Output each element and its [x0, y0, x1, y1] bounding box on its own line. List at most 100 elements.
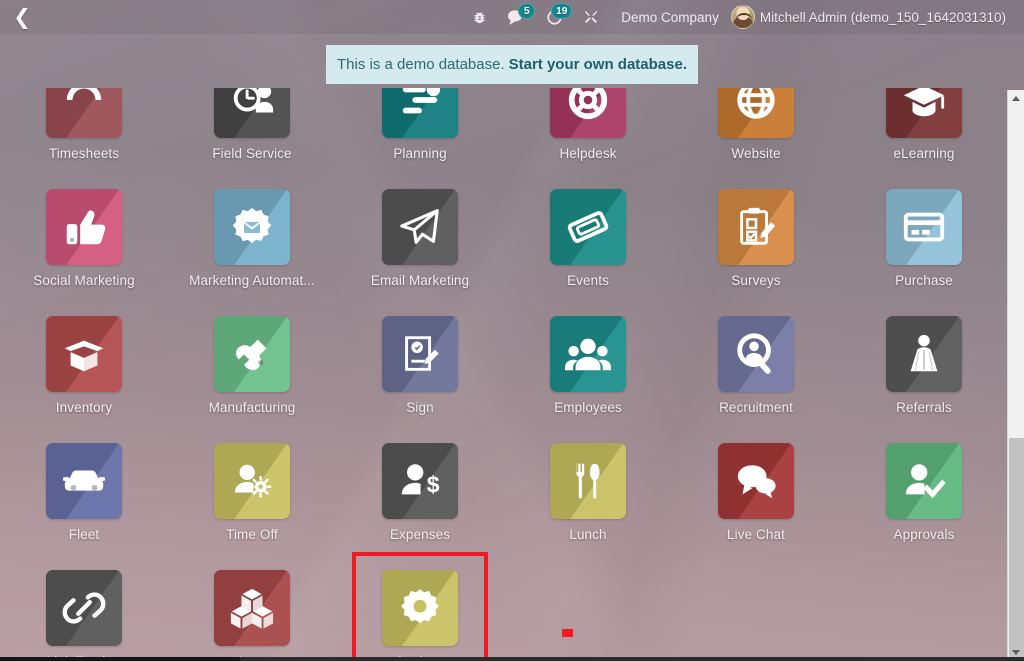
app-fleet[interactable]: Fleet: [0, 437, 168, 542]
user-name: Mitchell Admin (demo_150_1642031310): [760, 10, 1006, 25]
manufacturing-icon[interactable]: [214, 316, 290, 392]
app-label: Social Marketing: [33, 273, 134, 288]
time-off-icon[interactable]: [214, 443, 290, 519]
app-label: Manufacturing: [209, 400, 296, 415]
purchase-icon[interactable]: [886, 189, 962, 265]
apps-scroll-viewport: Timesheets Field Service Planning Helpdesk W…: [0, 88, 1008, 661]
recruitment-icon[interactable]: [718, 316, 794, 392]
demo-database-banner: This is a demo database. Start your own …: [326, 45, 698, 84]
expenses-icon[interactable]: $: [382, 443, 458, 519]
surveys-icon[interactable]: [718, 189, 794, 265]
app-label: Lunch: [569, 527, 606, 542]
activities-icon[interactable]: 19: [536, 0, 573, 34]
link-tracker-icon[interactable]: [46, 570, 122, 646]
app-label: Approvals: [894, 527, 955, 542]
top-system-bar: ❮ 5 19 Demo Company Mitchell Admin (demo_15…: [0, 0, 1024, 34]
app-label: Surveys: [731, 273, 780, 288]
app-settings[interactable]: Settings: [336, 564, 504, 661]
events-icon[interactable]: [550, 189, 626, 265]
app-employees[interactable]: Employees: [504, 310, 672, 415]
apps-icon[interactable]: [214, 570, 290, 646]
app-social-marketing[interactable]: Social Marketing: [0, 183, 168, 288]
app-label: Timesheets: [49, 146, 119, 161]
scroll-up-arrow[interactable]: [1008, 90, 1024, 107]
app-helpdesk[interactable]: Helpdesk: [504, 88, 672, 161]
app-expenses[interactable]: $ Expenses: [336, 437, 504, 542]
app-label: Live Chat: [727, 527, 785, 542]
field-service-icon[interactable]: [214, 88, 290, 138]
apps-grid: Timesheets Field Service Planning Helpdesk W…: [0, 88, 1008, 661]
app-timesheets[interactable]: Timesheets: [0, 88, 168, 161]
messages-badge: 5: [518, 3, 535, 19]
messages-icon[interactable]: 5: [497, 0, 536, 34]
developer-tools-icon-glyph: [583, 9, 599, 25]
app-approvals[interactable]: Approvals: [840, 437, 1008, 542]
svg-text:$: $: [427, 472, 440, 498]
live-chat-icon[interactable]: [718, 443, 794, 519]
app-label: Events: [567, 273, 609, 288]
app-label: Purchase: [895, 273, 953, 288]
employees-icon[interactable]: [550, 316, 626, 392]
vertical-scrollbar[interactable]: [1007, 90, 1024, 661]
activities-badge: 19: [551, 3, 572, 19]
app-label: Planning: [393, 146, 446, 161]
fleet-icon[interactable]: [46, 443, 122, 519]
app-manufacturing[interactable]: Manufacturing: [168, 310, 336, 415]
scrollbar-thumb[interactable]: [1009, 438, 1024, 661]
app-lunch[interactable]: Lunch: [504, 437, 672, 542]
app-link-tracker[interactable]: Link Tracker: [0, 564, 168, 661]
app-surveys[interactable]: Surveys: [672, 183, 840, 288]
approvals-icon[interactable]: [886, 443, 962, 519]
helpdesk-icon[interactable]: [550, 88, 626, 138]
app-events[interactable]: Events: [504, 183, 672, 288]
app-referrals[interactable]: Referrals: [840, 310, 1008, 415]
window-bottom-chrome: [0, 657, 1024, 661]
lunch-icon[interactable]: [550, 443, 626, 519]
chevron-left-icon: ❮: [13, 7, 31, 28]
elearning-icon[interactable]: [886, 88, 962, 138]
referrals-icon[interactable]: [886, 316, 962, 392]
app-recruitment[interactable]: Recruitment: [672, 310, 840, 415]
app-label: Website: [731, 146, 780, 161]
start-own-database-link[interactable]: Start your own database.: [509, 56, 687, 73]
app-label: Recruitment: [719, 400, 793, 415]
app-marketing-automat[interactable]: Marketing Automat...: [168, 183, 336, 288]
sign-icon[interactable]: [382, 316, 458, 392]
app-field-service[interactable]: Field Service: [168, 88, 336, 161]
developer-tools-icon[interactable]: [573, 0, 609, 34]
app-planning[interactable]: Planning: [336, 88, 504, 161]
inventory-icon[interactable]: [46, 316, 122, 392]
app-label: Helpdesk: [559, 146, 616, 161]
bug-icon-glyph: [472, 10, 487, 25]
planning-icon[interactable]: [382, 88, 458, 138]
annotation-marker: [562, 629, 573, 637]
app-label: Email Marketing: [371, 273, 469, 288]
marketing-automation-icon[interactable]: [214, 189, 290, 265]
demo-banner-text: This is a demo database.: [337, 56, 505, 73]
app-label: Time Off: [226, 527, 278, 542]
app-elearning[interactable]: eLearning: [840, 88, 1008, 161]
app-label: Expenses: [390, 527, 450, 542]
app-label: Marketing Automat...: [189, 273, 315, 288]
back-button[interactable]: ❮: [0, 0, 44, 34]
app-apps[interactable]: Apps: [168, 564, 336, 661]
app-inventory[interactable]: Inventory: [0, 310, 168, 415]
company-name[interactable]: Demo Company: [609, 10, 731, 25]
user-menu[interactable]: Mitchell Admin (demo_150_1642031310): [731, 5, 1010, 29]
app-time-off[interactable]: Time Off: [168, 437, 336, 542]
app-label: Employees: [554, 400, 622, 415]
timesheets-icon[interactable]: [46, 88, 122, 138]
social-marketing-icon[interactable]: [46, 189, 122, 265]
app-label: Field Service: [212, 146, 291, 161]
app-live-chat[interactable]: Live Chat: [672, 437, 840, 542]
app-purchase[interactable]: Purchase: [840, 183, 1008, 288]
email-marketing-icon[interactable]: [382, 189, 458, 265]
bug-icon[interactable]: [462, 0, 497, 34]
app-label: Referrals: [896, 400, 952, 415]
app-website[interactable]: Website: [672, 88, 840, 161]
settings-icon[interactable]: [382, 570, 458, 646]
website-icon[interactable]: [718, 88, 794, 138]
app-sign[interactable]: Sign: [336, 310, 504, 415]
app-label: Sign: [406, 400, 433, 415]
app-email-marketing[interactable]: Email Marketing: [336, 183, 504, 288]
